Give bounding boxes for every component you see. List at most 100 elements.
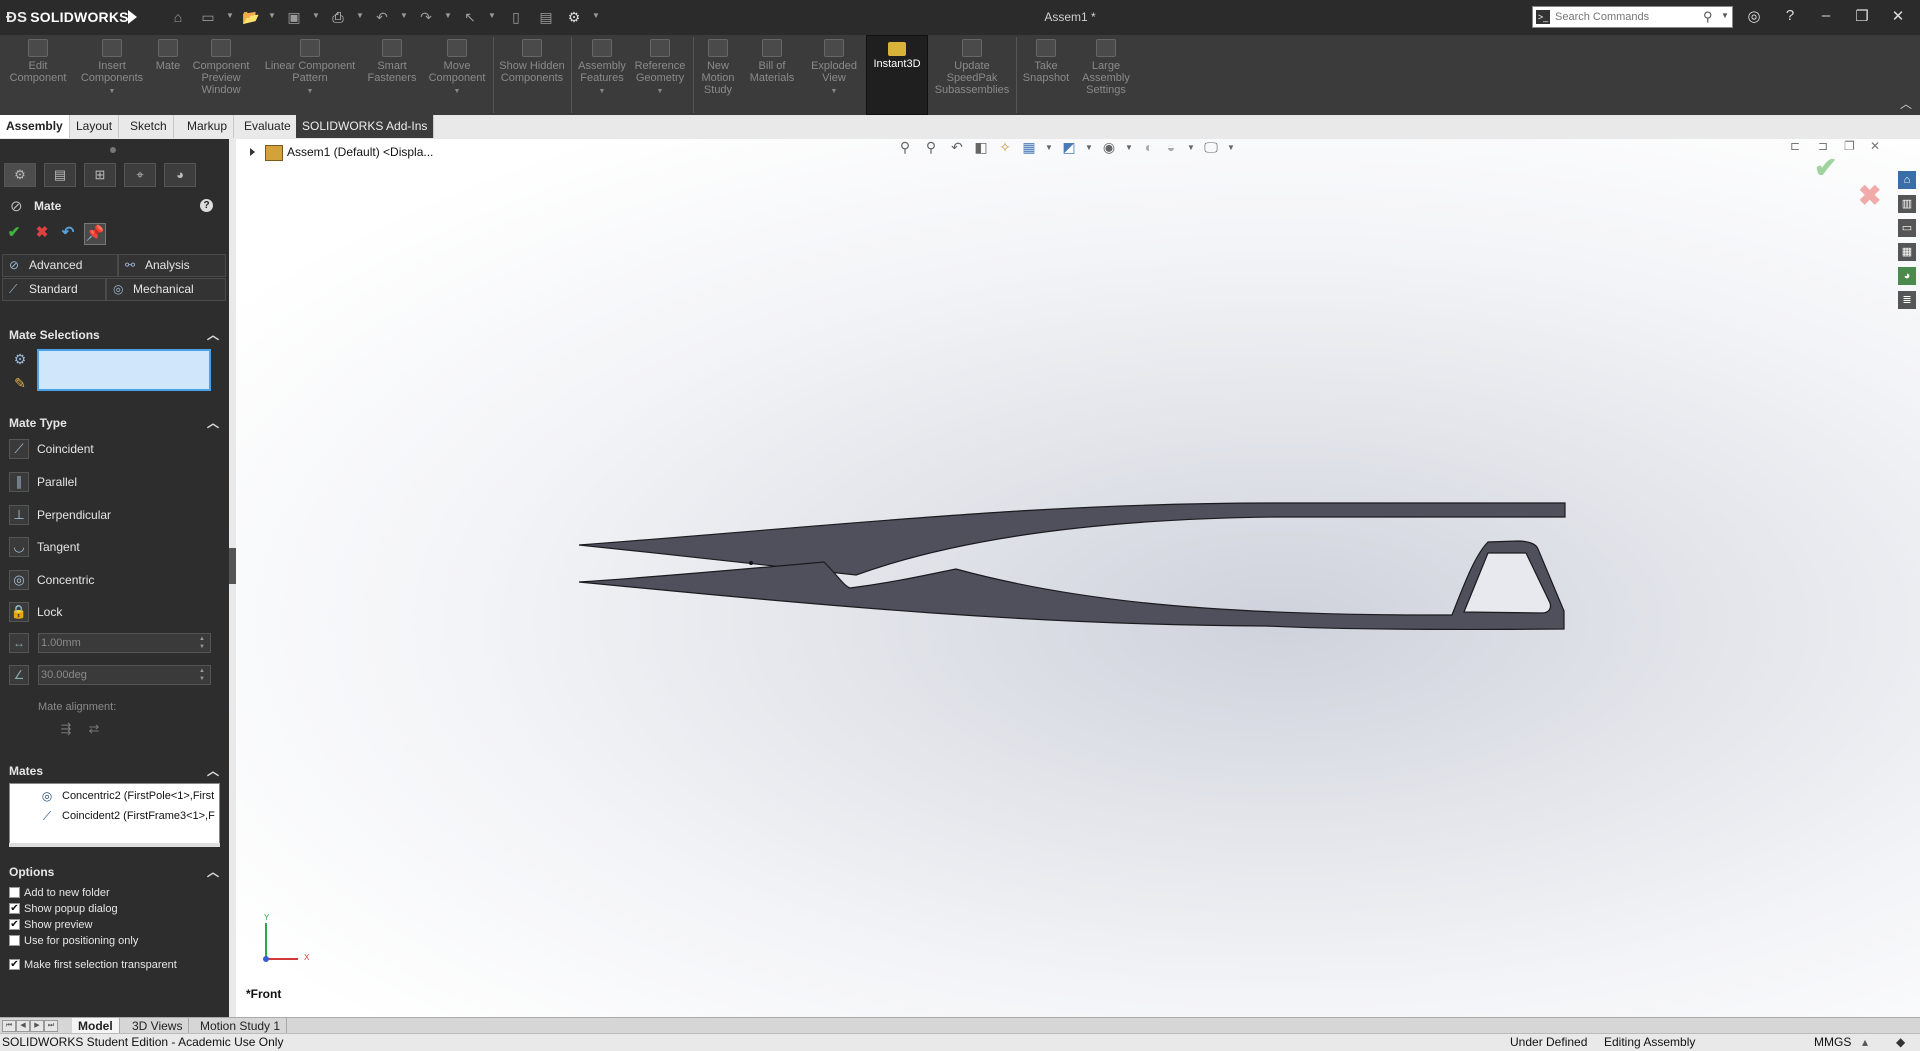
tab-layout[interactable]: Layout — [70, 115, 120, 138]
update-speedpak-button[interactable]: Update SpeedPak Subassemblies — [932, 39, 1012, 96]
instant3d-button[interactable]: Instant3D — [866, 35, 928, 115]
prev-tab-icon[interactable]: ◀ — [16, 1020, 30, 1032]
coincident-mate[interactable]: ⟋ Coincident — [0, 435, 229, 463]
part-model[interactable] — [236, 139, 1920, 1017]
mates-header[interactable]: Mates ︿ — [0, 761, 229, 781]
concentric-mate[interactable]: ◎ Concentric — [0, 566, 229, 594]
distance-spinner[interactable]: ▲ ▼ — [195, 635, 209, 651]
unit-system-button[interactable]: MMGS — [1814, 1034, 1851, 1051]
exploded-view-button[interactable]: Exploded View ▼ — [806, 39, 862, 98]
new-document-icon[interactable]: ▭ — [200, 9, 216, 25]
undo-mate-icon[interactable]: ↶ — [58, 223, 78, 243]
tangent-mate[interactable]: ◡ Tangent — [0, 533, 229, 561]
save-dropdown-icon[interactable]: ▼ — [312, 11, 320, 20]
open-icon[interactable]: 📂 — [242, 9, 259, 25]
print-icon[interactable]: ⎙ — [330, 9, 346, 25]
angle-field[interactable]: ▲▼ — [38, 665, 211, 685]
large-assembly-settings-button[interactable]: Large Assembly Settings — [1076, 39, 1136, 96]
redo-icon[interactable]: ↷ — [418, 9, 434, 25]
select-icon[interactable]: ↖ — [462, 9, 478, 25]
insert-components-button[interactable]: Insert Components ▼ — [76, 39, 148, 98]
pushpin-icon[interactable]: 📌 — [84, 223, 106, 245]
configuration-manager-tab-icon[interactable]: ⊞ — [84, 163, 116, 187]
collapse-caret-icon[interactable]: ︿ — [207, 414, 219, 431]
options-dropdown-icon[interactable]: ▼ — [592, 11, 600, 20]
show-popup-dialog-checkbox[interactable]: ✔ — [9, 903, 20, 914]
entities-to-mate-list[interactable] — [37, 349, 211, 391]
standard-tab[interactable]: ⟋ Standard — [2, 278, 106, 301]
property-manager-tab-icon[interactable]: ▤ — [44, 163, 76, 187]
reference-geometry-button[interactable]: Reference Geometry ▼ — [632, 39, 688, 98]
collapse-caret-icon[interactable]: ︿ — [207, 762, 219, 779]
display-manager-tab-icon[interactable]: ◕ — [164, 163, 196, 187]
next-tab-icon[interactable]: ▶ — [30, 1020, 44, 1032]
smart-fasteners-button[interactable]: Smart Fasteners — [364, 39, 420, 84]
angle-icon[interactable]: ∠ — [9, 665, 29, 685]
first-tab-icon[interactable]: ⏮ — [2, 1020, 16, 1032]
search-input[interactable] — [1555, 9, 1695, 25]
cancel-x-icon[interactable]: ✖ — [32, 223, 52, 243]
new-dropdown-icon[interactable]: ▼ — [226, 11, 234, 20]
show-preview-checkbox[interactable]: ✔ — [9, 919, 20, 930]
panel-grip[interactable] — [110, 147, 116, 153]
move-component-button[interactable]: Move Component ▼ — [424, 39, 490, 98]
parallel-mate[interactable]: ∥ Parallel — [0, 468, 229, 496]
help-icon[interactable]: ? — [200, 199, 213, 212]
linear-component-pattern-button[interactable]: Linear Component Pattern ▼ — [258, 39, 362, 98]
lock-mate[interactable]: 🔒 Lock — [0, 598, 229, 626]
analysis-tab[interactable]: ⚯ Analysis — [118, 254, 226, 277]
redo-dropdown-icon[interactable]: ▼ — [444, 11, 452, 20]
collapse-caret-icon[interactable]: ︿ — [207, 326, 219, 343]
select-dropdown-icon[interactable]: ▼ — [488, 11, 496, 20]
tab-motion-study-1[interactable]: Motion Study 1 — [194, 1018, 288, 1034]
distance-input[interactable] — [41, 636, 189, 650]
tab-3d-views[interactable]: 3D Views — [126, 1018, 190, 1034]
search-icon[interactable]: ⚲ — [1703, 9, 1713, 25]
tab-evaluate[interactable]: Evaluate — [238, 115, 298, 138]
tab-assembly[interactable]: Assembly — [0, 115, 70, 138]
collapse-ribbon-icon[interactable]: ︿ — [1900, 95, 1912, 112]
edit-component-button[interactable]: Edit Component — [4, 39, 72, 84]
unit-system-dropdown-icon[interactable]: ▴ — [1862, 1034, 1868, 1051]
minimize-icon[interactable]: – — [1814, 7, 1838, 24]
upper-blade[interactable] — [578, 502, 1566, 576]
tab-model[interactable]: Model — [72, 1018, 120, 1034]
search-dropdown-icon[interactable]: ▼ — [1721, 11, 1729, 20]
show-hidden-components-button[interactable]: Show Hidden Components — [498, 39, 566, 84]
open-dropdown-icon[interactable]: ▼ — [268, 11, 276, 20]
advanced-tab[interactable]: ⊘ Advanced — [2, 254, 118, 277]
mates-list-scrollbar[interactable] — [9, 843, 220, 847]
home-icon[interactable]: ⌂ — [170, 9, 186, 25]
options-header[interactable]: Options ︿ — [0, 862, 229, 882]
undo-icon[interactable]: ↶ — [374, 9, 390, 25]
mate-selections-header[interactable]: Mate Selections ︿ — [0, 325, 229, 345]
panel-collapse-handle[interactable] — [229, 548, 236, 584]
mates-list[interactable]: ◎ Concentric2 (FirstPole<1>,First ⟋ Coinci… — [9, 783, 220, 847]
rebuild-icon[interactable]: ▯ — [508, 9, 524, 25]
list-item[interactable]: ⟋ Coincident2 (FirstFrame3<1>,F — [10, 808, 221, 826]
graphics-area[interactable]: Assem1 (Default) <Displa... ⚲ ⚲ ↶ ◧ ✧ ▦ … — [236, 139, 1920, 1017]
last-tab-icon[interactable]: ⏭ — [44, 1020, 58, 1032]
component-preview-window-button[interactable]: Component Preview Window — [188, 39, 254, 96]
save-icon[interactable]: ▣ — [286, 9, 302, 25]
aligned-icon[interactable]: ⇶ — [56, 721, 76, 741]
take-snapshot-button[interactable]: Take Snapshot — [1020, 39, 1072, 84]
assembly-features-button[interactable]: Assembly Features ▼ — [576, 39, 628, 98]
angle-input[interactable] — [41, 668, 189, 682]
add-to-new-folder-checkbox[interactable] — [9, 887, 20, 898]
list-item[interactable]: ◎ Concentric2 (FirstPole<1>,First — [10, 788, 221, 806]
pivot-point[interactable] — [749, 561, 753, 565]
close-icon[interactable]: ✕ — [1886, 7, 1910, 25]
collapse-caret-icon[interactable]: ︿ — [207, 863, 219, 880]
mechanical-tab[interactable]: ◎ Mechanical — [106, 278, 226, 301]
feature-manager-tab-icon[interactable]: ⚙ — [4, 163, 36, 187]
perpendicular-mate[interactable]: ⊥ Perpendicular — [0, 501, 229, 529]
tab-solidworks-add-ins[interactable]: SOLIDWORKS Add-Ins — [296, 115, 435, 138]
user-account-icon[interactable]: ◎ — [1742, 7, 1766, 25]
help-icon[interactable]: ? — [1778, 7, 1802, 24]
restore-icon[interactable]: ❐ — [1850, 7, 1874, 25]
dimxpert-tab-icon[interactable]: ⌖ — [124, 163, 156, 187]
use-for-positioning-only-checkbox[interactable] — [9, 935, 20, 946]
new-motion-study-button[interactable]: New Motion Study — [696, 39, 740, 96]
bill-of-materials-button[interactable]: Bill of Materials — [746, 39, 798, 84]
